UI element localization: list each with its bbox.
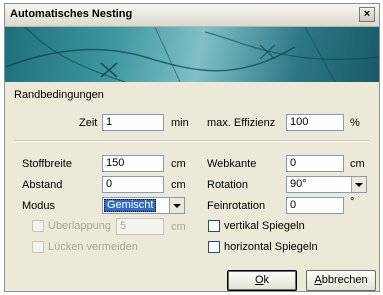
luecken-vermeiden-label: Lücken vermeiden [48, 241, 138, 253]
zeit-input[interactable]: 1 [102, 114, 164, 131]
ueberlappung-checkbox[interactable] [32, 220, 44, 232]
cancel-button[interactable]: Abbrechen [306, 270, 376, 291]
max-effizienz-label: max. Effizienz [207, 117, 276, 129]
rotation-value: 90° [290, 178, 307, 190]
horizontal-spiegeln-label: horizontal Spiegeln [224, 241, 318, 253]
luecken-vermeiden-checkbox[interactable] [32, 241, 44, 253]
group-title: Randbedingungen [14, 89, 104, 101]
webkante-input[interactable]: 0 [286, 155, 344, 172]
ueberlappung-input[interactable]: 5 [116, 218, 164, 235]
rotation-dropdown-button[interactable] [351, 177, 366, 192]
max-effizienz-input[interactable]: 100 [286, 114, 344, 131]
stoffbreite-unit: cm [171, 158, 186, 170]
vertikal-spiegeln-label: vertikal Spiegeln [224, 220, 305, 232]
ueberlappung-unit: cm [171, 221, 186, 233]
title-bar[interactable]: Automatisches Nesting × [5, 4, 379, 27]
modus-value: Gemischt [104, 199, 157, 212]
vertikal-spiegeln-checkbox[interactable] [208, 220, 220, 232]
stoffbreite-label: Stoffbreite [22, 158, 72, 170]
close-button[interactable]: × [359, 7, 375, 22]
abstand-label: Abstand [22, 179, 63, 191]
ueberlappung-label: Überlappung [48, 220, 111, 232]
ok-label-rest: k [263, 274, 270, 286]
rotation-label: Rotation [207, 179, 248, 191]
window-title: Automatisches Nesting [10, 8, 133, 20]
group-separator [14, 140, 369, 142]
chevron-down-icon [173, 203, 181, 208]
cancel-mnemonic: A [314, 274, 322, 286]
zeit-label: Zeit [79, 117, 98, 129]
nesting-dialog: Automatisches Nesting × Randbedingungen … [4, 3, 380, 292]
feinrotation-unit: ° [350, 196, 355, 208]
ok-button[interactable]: Ok [227, 270, 297, 291]
cancel-label-rest: bbrechen [321, 274, 368, 286]
webkante-unit: cm [350, 158, 365, 170]
close-icon: × [363, 8, 371, 20]
header-banner-image [5, 27, 379, 82]
abstand-unit: cm [171, 179, 186, 191]
abstand-input[interactable]: 0 [102, 176, 164, 193]
max-effizienz-unit: % [350, 117, 360, 129]
horizontal-spiegeln-checkbox[interactable] [208, 241, 220, 253]
ok-mnemonic: O [254, 274, 264, 286]
rotation-select[interactable]: 90° [286, 176, 367, 193]
feinrotation-input[interactable]: 0 [286, 197, 344, 214]
zeit-unit: min [171, 117, 189, 129]
feinrotation-label: Feinrotation [207, 200, 266, 212]
pattern-drawing-graphic [5, 27, 379, 82]
modus-select[interactable]: Gemischt [102, 197, 185, 214]
webkante-label: Webkante [207, 158, 257, 170]
stoffbreite-input[interactable]: 150 [102, 155, 164, 172]
modus-dropdown-button[interactable] [169, 198, 184, 213]
modus-label: Modus [22, 200, 56, 212]
chevron-down-icon [355, 182, 363, 187]
